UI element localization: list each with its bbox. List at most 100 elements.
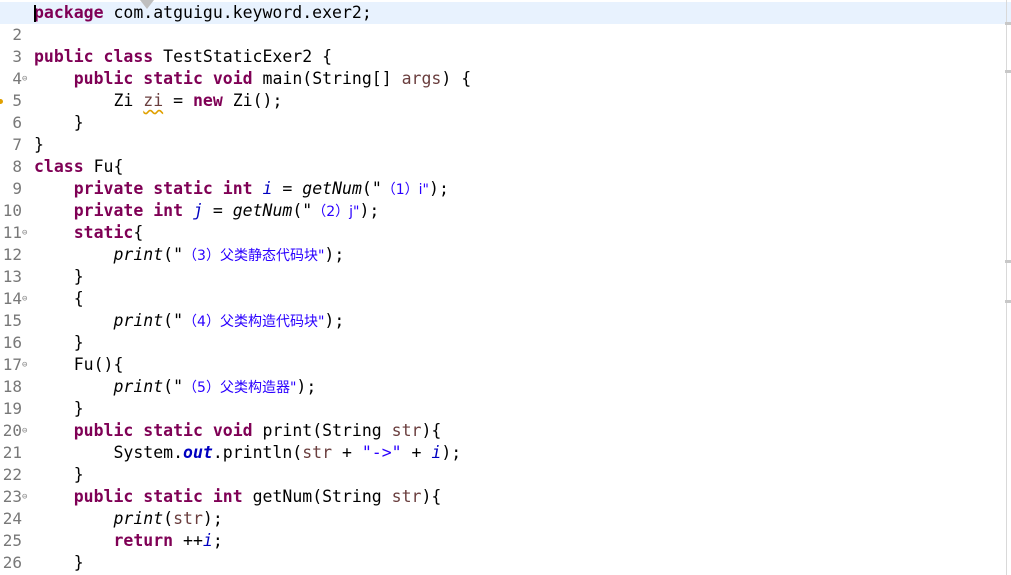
code-token: print(String — [252, 421, 392, 440]
code-editor[interactable]: 1234⊖567891011⊖121314⊖151617⊖181920⊖2122… — [0, 0, 1011, 575]
code-line[interactable]: public static void print(String str){ — [34, 420, 1001, 442]
code-token: public — [73, 421, 134, 440]
code-line[interactable]: } — [34, 266, 1001, 288]
code-token: int — [153, 201, 184, 220]
code-line[interactable]: } — [34, 398, 1001, 420]
code-line[interactable]: } — [34, 552, 1001, 574]
code-line[interactable]: class Fu{ — [34, 156, 1001, 178]
overview-mark[interactable] — [1005, 300, 1011, 303]
line-number: 22 — [0, 464, 30, 486]
code-line[interactable]: static{ — [34, 222, 1001, 244]
code-token: static — [143, 69, 203, 88]
code-token: ); — [359, 201, 380, 220]
code-token: public — [73, 487, 134, 506]
code-token: （4）父类构造代码块" — [183, 314, 325, 330]
fold-collapse-icon[interactable]: ⊖ — [22, 354, 27, 376]
code-token: return — [113, 531, 174, 550]
line-number-text: 6 — [12, 113, 22, 132]
code-token: i — [431, 443, 442, 462]
fold-collapse-icon[interactable]: ⊖ — [22, 288, 27, 310]
line-number: 6 — [0, 112, 30, 134]
code-line[interactable]: Fu(){ — [34, 354, 1001, 376]
line-number-text: 15 — [2, 311, 22, 330]
code-line[interactable]: System.out.println(str + "->" + i); — [34, 442, 1001, 464]
line-number-text: 2 — [12, 25, 22, 44]
line-number-text: 9 — [12, 179, 22, 198]
code-line[interactable]: } — [34, 112, 1001, 134]
code-token: （2）j" — [312, 204, 360, 220]
code-token: str — [391, 421, 422, 440]
code-token: i — [202, 531, 213, 550]
code-token: private — [73, 179, 144, 198]
code-token: ); — [324, 311, 345, 330]
fold-collapse-icon[interactable]: ⊖ — [22, 486, 27, 508]
code-token: ){ — [421, 421, 442, 440]
line-number-text: 7 — [12, 135, 22, 154]
code-token: TestStaticExer2 { — [153, 47, 333, 66]
code-line[interactable]: } — [34, 134, 1001, 156]
code-line[interactable]: } — [34, 332, 1001, 354]
overview-mark[interactable] — [1005, 22, 1011, 25]
line-number: 18 — [0, 376, 30, 398]
line-number: 23 ⊖ — [0, 486, 30, 508]
line-number-text: 11 — [2, 223, 22, 242]
code-line[interactable]: public class TestStaticExer2 { — [34, 46, 1001, 68]
overview-mark[interactable] — [1005, 70, 1011, 73]
overview-ruler[interactable] — [1006, 0, 1007, 575]
code-token: { — [34, 289, 84, 308]
fold-collapse-icon[interactable]: ⊖ — [22, 420, 27, 442]
code-token: public — [34, 47, 94, 66]
code-line[interactable]: private int j = getNum("（2）j"); — [34, 200, 1001, 222]
code-token: Zi — [34, 91, 144, 110]
line-number: 13 — [0, 266, 30, 288]
code-token: static — [153, 179, 213, 198]
code-area[interactable]: package com.atguigu.keyword.exer2; publi… — [0, 2, 1011, 574]
line-number: 11 ⊖ — [0, 222, 30, 244]
line-number: 20 ⊖ — [0, 420, 30, 442]
code-line[interactable]: print(str); — [34, 508, 1001, 530]
code-token: } — [34, 333, 84, 352]
code-token: getNum — [302, 179, 362, 198]
code-line[interactable]: public static void main(String[] args) { — [34, 68, 1001, 90]
code-token: .println( — [212, 443, 303, 462]
line-number-text: 24 — [2, 509, 22, 528]
code-token: Fu{ — [83, 157, 124, 176]
overview-mark[interactable] — [1005, 260, 1011, 263]
fold-collapse-icon[interactable]: ⊖ — [22, 222, 27, 244]
code-line[interactable]: private static int i = getNum("（1）i"); — [34, 178, 1001, 200]
fold-collapse-icon[interactable]: ⊖ — [22, 68, 27, 90]
line-number-text: 16 — [2, 333, 22, 352]
line-number: 19 — [0, 398, 30, 420]
line-number: 24 — [0, 508, 30, 530]
line-number-text: 26 — [2, 553, 22, 572]
code-line[interactable]: public static int getNum(String str){ — [34, 486, 1001, 508]
line-number-text: 4 — [12, 69, 22, 88]
code-token: = — [202, 201, 233, 220]
code-line[interactable]: } — [34, 464, 1001, 486]
code-token: str — [302, 443, 333, 462]
code-line[interactable]: print("（5）父类构造器"); — [34, 376, 1001, 398]
code-line[interactable] — [34, 24, 1001, 46]
code-token: main(String[] — [252, 69, 402, 88]
code-token: print — [113, 509, 164, 528]
code-token: + — [401, 443, 432, 462]
code-line[interactable]: Zi zi = new Zi(); — [34, 90, 1001, 112]
line-number: 4 ⊖ — [0, 68, 30, 90]
code-token: ); — [441, 443, 462, 462]
code-line[interactable]: { — [34, 288, 1001, 310]
code-line[interactable]: print("（4）父类构造代码块"); — [34, 310, 1001, 332]
code-line[interactable]: return ++i; — [34, 530, 1001, 552]
line-number: 10 — [0, 200, 30, 222]
code-line[interactable]: print("（3）父类静态代码块"); — [34, 244, 1001, 266]
